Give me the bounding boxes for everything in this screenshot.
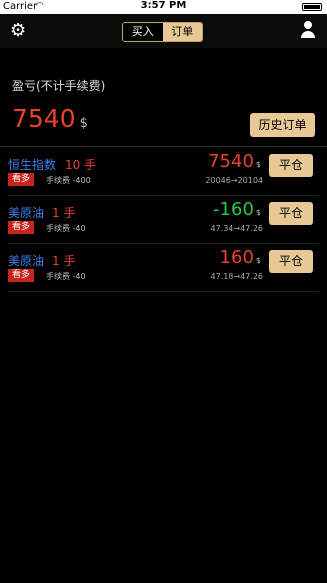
position-row: 美原油 1 手 看多 手续费 -40 -160 $ 47.34→47.26 平仓 bbox=[0, 196, 327, 244]
position-row: 恒生指数 10 手 看多 手续费 -400 7540 $ 20046→20104 … bbox=[0, 148, 327, 196]
gear-icon[interactable]: ⚙ bbox=[10, 20, 26, 41]
position-pl-number: -160 bbox=[213, 199, 254, 220]
position-pl-unit: $ bbox=[255, 208, 261, 217]
status-bar: Carrier ◠ 3:57 PM bbox=[0, 0, 327, 14]
position-pl: -160 $ bbox=[213, 199, 261, 220]
price-range: 47.34→47.26 bbox=[210, 224, 263, 233]
close-position-button[interactable]: 平仓 bbox=[269, 154, 313, 177]
position-lots: 10 手 bbox=[65, 158, 97, 172]
close-position-button[interactable]: 平仓 bbox=[269, 250, 313, 273]
fee-label: 手续费 -40 bbox=[46, 272, 86, 281]
user-icon[interactable] bbox=[301, 21, 315, 39]
position-row: 美原油 1 手 看多 手续费 -40 160 $ 47.18→47.26 平仓 bbox=[0, 244, 327, 292]
direction-badge: 看多 bbox=[8, 221, 35, 234]
position-pl: 160 $ bbox=[220, 247, 261, 268]
price-range: 47.18→47.26 bbox=[210, 272, 263, 281]
fee-label: 手续费 -40 bbox=[46, 224, 86, 233]
position-pl-number: 7540 bbox=[208, 151, 254, 172]
position-lots: 1 手 bbox=[52, 206, 76, 220]
price-range: 20046→20104 bbox=[205, 176, 263, 185]
summary-unit: $ bbox=[79, 116, 88, 131]
position-pl-number: 160 bbox=[219, 247, 254, 268]
summary-value-number: 7540 bbox=[12, 104, 76, 133]
position-lots: 1 手 bbox=[52, 254, 76, 268]
history-orders-button[interactable]: 历史订单 bbox=[250, 113, 315, 137]
position-pl-unit: $ bbox=[255, 160, 261, 169]
tab-orders[interactable]: 订单 bbox=[162, 23, 202, 41]
instrument-name: 美原油 bbox=[8, 206, 45, 220]
fee-label: 手续费 -400 bbox=[46, 176, 91, 185]
nav-bar: ⚙ 买入 订单 bbox=[0, 14, 327, 48]
close-position-button[interactable]: 平仓 bbox=[269, 202, 313, 225]
divider bbox=[0, 146, 327, 147]
row-divider bbox=[8, 291, 319, 292]
instrument-name: 美原油 bbox=[8, 254, 45, 268]
position-pl: 7540 $ bbox=[208, 151, 261, 172]
status-time: 3:57 PM bbox=[140, 0, 187, 11]
battery-icon bbox=[302, 3, 322, 11]
direction-badge: 看多 bbox=[8, 269, 35, 282]
summary-label: 盈亏(不计手续费) bbox=[12, 79, 106, 93]
direction-badge: 看多 bbox=[8, 173, 35, 186]
tab-buy[interactable]: 买入 bbox=[123, 23, 163, 41]
instrument-name: 恒生指数 bbox=[8, 158, 57, 172]
segmented-control: 买入 订单 bbox=[122, 22, 203, 42]
summary-value: 7540 $ bbox=[12, 104, 88, 133]
position-pl-unit: $ bbox=[255, 256, 261, 265]
